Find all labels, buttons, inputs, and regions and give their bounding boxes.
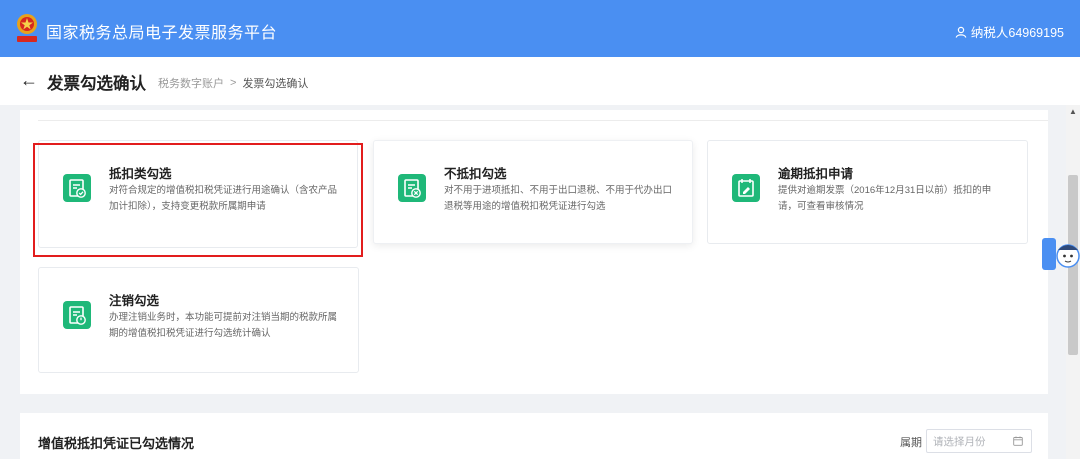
scroll-up-arrow-icon[interactable]: ▲ bbox=[1069, 107, 1077, 116]
user-name: 纳税人64969195 bbox=[970, 26, 1064, 40]
overdue-edit-icon bbox=[732, 174, 760, 202]
card-non-deductible-selection[interactable]: 不抵扣勾选 对不用于进项抵扣、不用于出口退税、不用于代办出口 退税等用途的增值税… bbox=[373, 140, 693, 244]
card-description-line: 期的增值税扣税凭证进行勾选统计确认 bbox=[109, 328, 271, 339]
breadcrumb-separator: > bbox=[230, 77, 237, 89]
breadcrumb-item-current: 发票勾选确认 bbox=[242, 78, 309, 90]
power-document-icon bbox=[63, 301, 91, 329]
card-description-line: 对不用于进项抵扣、不用于出口退税、不用于代办出口 bbox=[444, 185, 673, 196]
back-arrow-icon[interactable]: ← bbox=[20, 69, 38, 91]
breadcrumb: 税务数字账户 > 发票勾选确认 bbox=[158, 75, 308, 91]
card-description: 办理注销业务时，本功能可提前对注销当期的税款所属 期的增值税扣税凭证进行勾选统计… bbox=[109, 310, 349, 342]
card-description-line: 请，可查看审核情况 bbox=[778, 201, 864, 212]
card-overdue-deduction-application[interactable]: 逾期抵扣申请 提供对逾期发票（2016年12月31日以前）抵扣的申 请，可查看审… bbox=[707, 140, 1028, 244]
calendar-icon bbox=[1013, 436, 1023, 446]
user-icon bbox=[955, 26, 967, 38]
help-assistant-icon[interactable] bbox=[1042, 232, 1080, 274]
card-title: 逾期抵扣申请 bbox=[778, 167, 854, 181]
selected-status-section: 增值税抵扣凭证已勾选情况 属期 bbox=[20, 413, 1048, 459]
divider bbox=[38, 120, 1048, 121]
app-title: 国家税务总局电子发票服务平台 bbox=[46, 25, 278, 42]
card-description-line: 退税等用途的增值税扣税凭证进行勾选 bbox=[444, 201, 606, 212]
page-title: 发票勾选确认 bbox=[47, 75, 146, 93]
cancel-document-icon bbox=[398, 174, 426, 202]
breadcrumb-item-tax-account[interactable]: 税务数字账户 bbox=[158, 75, 224, 91]
page-header: ← 发票勾选确认 税务数字账户 > 发票勾选确认 bbox=[0, 57, 1080, 105]
highlight-box bbox=[33, 143, 363, 257]
card-description: 对不用于进项抵扣、不用于出口退税、不用于代办出口 退税等用途的增值税扣税凭证进行… bbox=[444, 183, 684, 215]
card-title: 不抵扣勾选 bbox=[444, 167, 507, 181]
month-input[interactable] bbox=[933, 434, 1009, 449]
user-account[interactable]: 纳税人64969195 bbox=[955, 22, 1064, 41]
top-navigation-bar: 国家税务总局电子发票服务平台 纳税人64969195 bbox=[0, 0, 1080, 57]
month-picker[interactable] bbox=[926, 429, 1032, 453]
card-description: 提供对逾期发票（2016年12月31日以前）抵扣的申 请，可查看审核情况 bbox=[778, 183, 1018, 215]
card-description-line: 提供对逾期发票（2016年12月31日以前）抵扣的申 bbox=[778, 185, 992, 196]
period-label: 属期 bbox=[900, 437, 922, 449]
section-title: 增值税抵扣凭证已勾选情况 bbox=[38, 436, 195, 451]
tax-emblem-icon bbox=[17, 14, 37, 42]
card-cancellation-selection[interactable]: 注销勾选 办理注销业务时，本功能可提前对注销当期的税款所属 期的增值税扣税凭证进… bbox=[38, 267, 359, 373]
card-description-line: 办理注销业务时，本功能可提前对注销当期的税款所属 bbox=[109, 312, 338, 323]
card-title: 注销勾选 bbox=[109, 294, 160, 308]
